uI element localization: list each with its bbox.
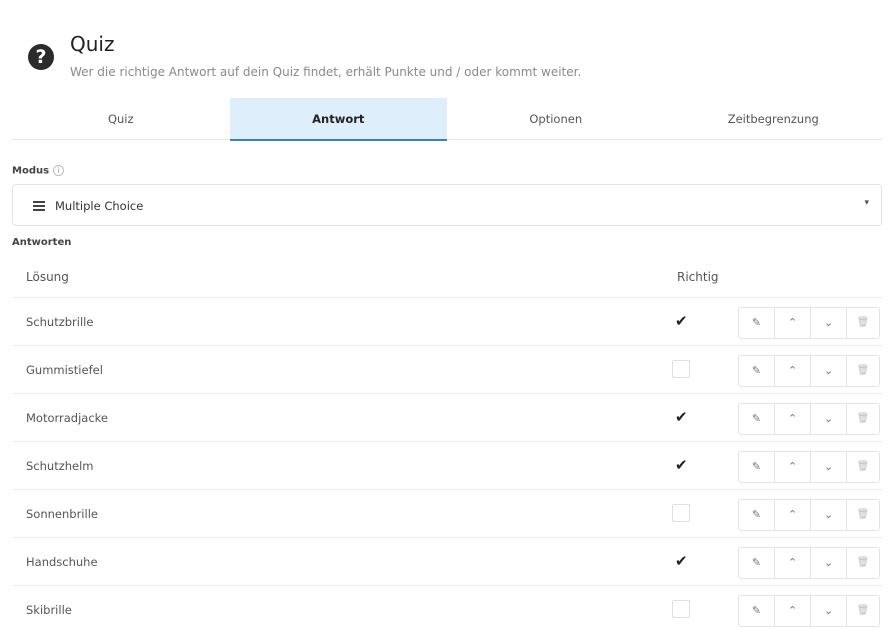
delete-button[interactable]: 🗑 — [847, 596, 879, 626]
move-up-button[interactable]: ⌃ — [775, 356, 811, 386]
move-up-button[interactable]: ⌃ — [775, 308, 811, 338]
column-header-correct: Richtig — [677, 270, 719, 284]
checkmark-icon: ✔ — [675, 552, 688, 570]
delete-button[interactable]: 🗑 — [847, 308, 879, 338]
correct-checkbox[interactable]: ✔ — [672, 456, 690, 474]
edit-button[interactable]: ✎ — [739, 500, 775, 530]
answer-row: Motorradjacke ✔ ✎ ⌃ ⌄ 🗑 — [12, 394, 882, 442]
page-title: Quiz — [70, 32, 115, 56]
correct-checkbox[interactable]: ✔ — [672, 312, 690, 330]
delete-button[interactable]: 🗑 — [847, 356, 879, 386]
answer-row: Skibrille ✎ ⌃ ⌄ 🗑 — [12, 586, 882, 628]
column-header-solution: Lösung — [26, 270, 69, 284]
row-action-group: ✎ ⌃ ⌄ 🗑 — [738, 403, 880, 435]
correct-checkbox[interactable] — [672, 600, 690, 618]
checkmark-icon: ✔ — [675, 456, 688, 474]
row-action-group: ✎ ⌃ ⌄ 🗑 — [738, 499, 880, 531]
correct-checkbox[interactable]: ✔ — [672, 552, 690, 570]
move-down-button[interactable]: ⌄ — [811, 452, 847, 482]
modus-select[interactable]: Multiple Choice ▾ — [12, 184, 882, 226]
edit-button[interactable]: ✎ — [739, 596, 775, 626]
row-action-group: ✎ ⌃ ⌄ 🗑 — [738, 595, 880, 627]
page-subtitle: Wer die richtige Antwort auf dein Quiz f… — [70, 65, 582, 79]
move-up-button[interactable]: ⌃ — [775, 500, 811, 530]
edit-button[interactable]: ✎ — [739, 452, 775, 482]
tab-quiz[interactable]: Quiz — [12, 98, 230, 140]
row-action-group: ✎ ⌃ ⌄ 🗑 — [738, 547, 880, 579]
move-up-button[interactable]: ⌃ — [775, 404, 811, 434]
answer-row: Sonnenbrille ✎ ⌃ ⌄ 🗑 — [12, 490, 882, 538]
move-down-button[interactable]: ⌄ — [811, 404, 847, 434]
answer-label: Motorradjacke — [26, 411, 108, 425]
delete-button[interactable]: 🗑 — [847, 548, 879, 578]
row-action-group: ✎ ⌃ ⌄ 🗑 — [738, 307, 880, 339]
delete-button[interactable]: 🗑 — [847, 404, 879, 434]
move-down-button[interactable]: ⌄ — [811, 500, 847, 530]
tab-zeitbegrenzung[interactable]: Zeitbegrenzung — [665, 98, 883, 140]
correct-checkbox[interactable] — [672, 504, 690, 522]
move-up-button[interactable]: ⌃ — [775, 548, 811, 578]
correct-checkbox[interactable] — [672, 360, 690, 378]
answer-label: Gummistiefel — [26, 363, 103, 377]
move-down-button[interactable]: ⌄ — [811, 596, 847, 626]
tab-bar: Quiz Antwort Optionen Zeitbegrenzung — [12, 98, 883, 141]
move-up-button[interactable]: ⌃ — [775, 452, 811, 482]
answer-label: Skibrille — [26, 603, 72, 617]
checkmark-icon: ✔ — [675, 312, 688, 330]
answer-label: Schutzhelm — [26, 459, 94, 473]
tab-optionen[interactable]: Optionen — [447, 98, 665, 140]
row-action-group: ✎ ⌃ ⌄ 🗑 — [738, 451, 880, 483]
answer-label: Schutzbrille — [26, 315, 94, 329]
answer-row: Schutzhelm ✔ ✎ ⌃ ⌄ 🗑 — [12, 442, 882, 490]
move-down-button[interactable]: ⌄ — [811, 548, 847, 578]
edit-button[interactable]: ✎ — [739, 308, 775, 338]
answers-label: Antworten — [12, 237, 72, 248]
checkmark-icon: ✔ — [675, 408, 688, 426]
modus-label-text: Modus — [12, 165, 50, 177]
answer-row: Handschuhe ✔ ✎ ⌃ ⌄ 🗑 — [12, 538, 882, 586]
modus-selected-value: Multiple Choice — [55, 199, 144, 213]
quiz-header: ? Quiz Wer die richtige Antwort auf dein… — [12, 30, 882, 90]
move-up-button[interactable]: ⌃ — [775, 596, 811, 626]
delete-button[interactable]: 🗑 — [847, 500, 879, 530]
answer-label: Handschuhe — [26, 555, 98, 569]
delete-button[interactable]: 🗑 — [847, 452, 879, 482]
edit-button[interactable]: ✎ — [739, 356, 775, 386]
move-down-button[interactable]: ⌄ — [811, 356, 847, 386]
edit-button[interactable]: ✎ — [739, 548, 775, 578]
caret-down-icon: ▾ — [864, 198, 869, 208]
move-down-button[interactable]: ⌄ — [811, 308, 847, 338]
edit-button[interactable]: ✎ — [739, 404, 775, 434]
row-action-group: ✎ ⌃ ⌄ 🗑 — [738, 355, 880, 387]
correct-checkbox[interactable]: ✔ — [672, 408, 690, 426]
answer-row: Schutzbrille ✔ ✎ ⌃ ⌄ 🗑 — [12, 298, 882, 346]
question-icon: ? — [28, 44, 54, 70]
modus-label: Modus i — [12, 165, 65, 177]
info-icon[interactable]: i — [53, 165, 65, 176]
answer-row: Gummistiefel ✎ ⌃ ⌄ 🗑 — [12, 346, 882, 394]
tab-antwort[interactable]: Antwort — [229, 98, 447, 141]
list-icon — [33, 201, 45, 211]
answer-label: Sonnenbrille — [26, 507, 98, 521]
